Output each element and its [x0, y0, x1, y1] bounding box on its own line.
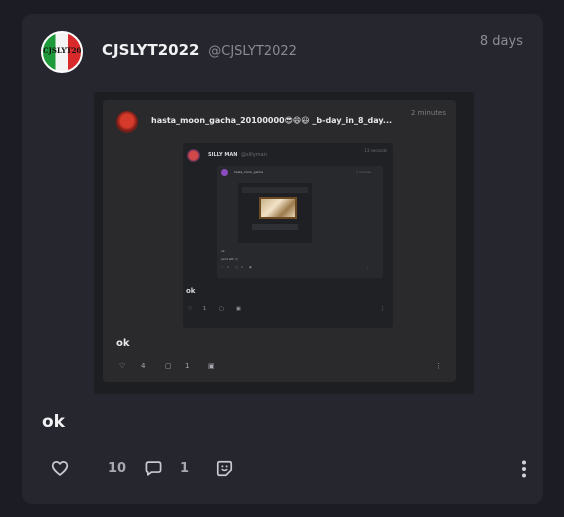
inner-like-count: 1 — [227, 265, 229, 269]
comment-count: 1 — [180, 461, 190, 476]
more-options-button[interactable] — [521, 460, 527, 478]
nested-more-icon: ⋮ — [380, 306, 385, 312]
inner-more-icon: ⋮ — [366, 265, 369, 269]
inner-heart-icon: ♡ — [221, 265, 224, 269]
nested-heart-icon: ♡ — [188, 306, 193, 312]
comment-icon — [145, 461, 162, 476]
comment-button[interactable] — [145, 460, 162, 477]
sticker-button[interactable] — [216, 460, 233, 477]
inner-text-2: (and wtf :/) — [221, 257, 238, 261]
nested-avatar — [187, 149, 200, 162]
nested-inner-post: hasta_moon_gacha 2 minutes ok (and wtf :… — [217, 166, 383, 278]
inner-screenshot — [238, 183, 312, 243]
inner-comment-count: 1 — [241, 265, 243, 269]
heart-icon — [51, 460, 69, 476]
inner-timestamp: 2 minutes — [355, 170, 371, 174]
screenshot-post: hasta_moon_gacha_20100000😎😄😃 _b-day_in_8… — [103, 100, 456, 382]
screenshot-more-icon: ⋮ — [435, 362, 442, 370]
screenshot-like-count: 4 — [141, 362, 146, 370]
screenshot-timestamp: 2 minutes — [410, 109, 446, 117]
more-vertical-icon — [522, 460, 526, 478]
inner-screenshot-header — [242, 187, 308, 193]
inner-avatar — [221, 169, 228, 176]
avatar[interactable]: CJSLYT2022 — [41, 31, 83, 73]
screenshot-text: ok — [116, 338, 130, 349]
nested-post: SILLY MAN @sillyman 13 seconds hasta_moo… — [183, 143, 393, 328]
nested-sticker-icon: ▣ — [236, 306, 241, 312]
screenshot-author: hasta_moon_gacha_20100000😎😄😃 _b-day_in_8… — [151, 116, 393, 125]
sticker-icon — [216, 460, 233, 477]
screenshot-sticker-icon: ▣ — [208, 362, 215, 370]
post-body: ok — [42, 412, 65, 432]
screenshot-comment-count: 1 — [185, 362, 190, 370]
post-timestamp: 8 days — [479, 34, 523, 49]
avatar-text: CJSLYT2022 — [43, 46, 82, 55]
screenshot-heart-icon: ♡ — [119, 362, 126, 370]
screenshot-actions: ♡ 4 ▢ 1 ▣ ⋮ — [119, 362, 442, 374]
like-count: 10 — [108, 461, 127, 476]
inner-author: hasta_moon_gacha — [234, 170, 263, 174]
post-author[interactable]: CJSLYT2022 @CJSLYT2022 — [102, 41, 297, 59]
nested-comment-icon: ▢ — [219, 306, 224, 312]
nested-text: ok — [186, 287, 196, 295]
screenshot-comment-icon: ▢ — [165, 362, 172, 370]
author-handle[interactable]: @CJSLYT2022 — [208, 44, 297, 59]
inner-text: ok — [221, 249, 225, 253]
post-card: CJSLYT2022 CJSLYT2022 @CJSLYT2022 8 days… — [22, 14, 543, 504]
screenshot-avatar — [116, 111, 138, 133]
inner-comment-icon: ▢ — [235, 265, 238, 269]
author-name[interactable]: CJSLYT2022 — [102, 41, 199, 59]
attached-screenshot[interactable]: hasta_moon_gacha_20100000😎😄😃 _b-day_in_8… — [94, 92, 474, 394]
nested-author-handle: @sillyman — [241, 152, 267, 158]
nested-timestamp: 13 seconds — [364, 148, 387, 153]
like-button[interactable] — [51, 460, 69, 476]
inner-sticker-icon: ▣ — [249, 265, 252, 269]
nested-actions: ♡ 1 ▢ ▣ ⋮ — [188, 306, 385, 314]
inner-actions: ♡ 1 ▢ 1 ▣ ⋮ — [221, 265, 369, 270]
inner-photo-actions — [252, 224, 298, 230]
nested-like-count: 1 — [203, 306, 207, 312]
post-actions: 10 1 — [51, 460, 526, 480]
nested-author-name: SILLY MAN — [208, 152, 238, 158]
inner-photo — [259, 197, 297, 219]
nested-author: SILLY MAN @sillyman — [208, 152, 267, 158]
